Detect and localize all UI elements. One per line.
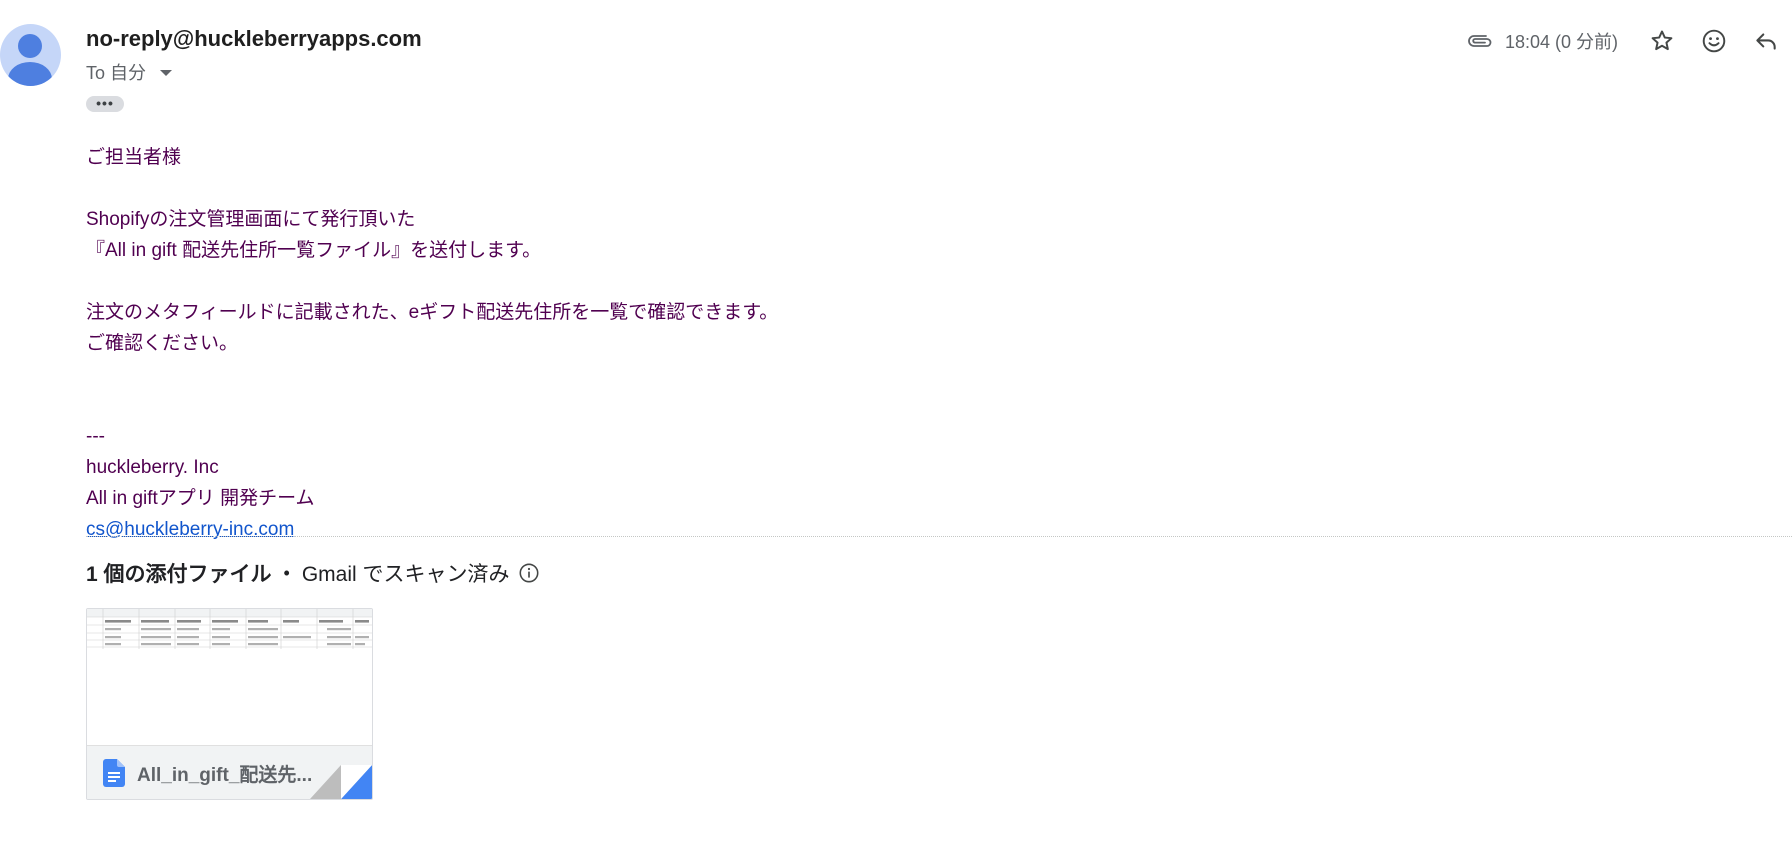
page-fold-icon bbox=[310, 765, 372, 799]
recipient-details-chevron-down-icon[interactable] bbox=[160, 70, 173, 76]
attachments-count: 1 個の添付ファイル bbox=[86, 563, 272, 586]
signature-separator: --- bbox=[86, 426, 105, 447]
recipient-label: To 自分 bbox=[86, 63, 147, 83]
reply-button[interactable] bbox=[1740, 22, 1792, 60]
avatar-body bbox=[8, 62, 52, 86]
sender-address[interactable]: no-reply@huckleberryapps.com bbox=[86, 26, 422, 52]
sender-avatar[interactable] bbox=[0, 24, 61, 86]
add-reaction-button[interactable] bbox=[1688, 22, 1740, 60]
message-body: ご担当者様 Shopifyの注文管理画面にて発行頂いた 『All in gift… bbox=[86, 142, 778, 545]
reply-icon bbox=[1753, 28, 1779, 54]
body-paragraph-2-line-1: 注文のメタフィールドに記載された、eギフト配送先住所を一覧で確認できます。 bbox=[86, 302, 779, 323]
attachment-icon bbox=[1467, 33, 1493, 49]
scan-status: Gmail でスキャン済み bbox=[301, 563, 510, 586]
signature-team: All in giftアプリ 開発チーム bbox=[86, 488, 315, 509]
attachments-header: 1 個の添付ファイル • Gmail でスキャン済み bbox=[86, 558, 540, 588]
attachment-thumbnail bbox=[87, 609, 372, 745]
show-trimmed-content-button[interactable]: ••• bbox=[86, 96, 124, 112]
body-paragraph-1-line-1: Shopifyの注文管理画面にて発行頂いた bbox=[86, 209, 416, 230]
attachment-card[interactable]: All_in_gift_配送先... bbox=[86, 608, 373, 800]
message-time: 18:04 (0 分前) bbox=[1504, 32, 1618, 52]
message-meta: 18:04 (0 分前) bbox=[1467, 22, 1792, 60]
document-icon bbox=[103, 759, 125, 787]
body-paragraph-1-line-2: 『All in gift 配送先住所一覧ファイル』を送付します。 bbox=[86, 240, 542, 261]
attachments-divider bbox=[86, 536, 1792, 537]
avatar-head bbox=[18, 34, 42, 58]
star-button[interactable] bbox=[1636, 22, 1688, 60]
emoji-icon bbox=[1701, 28, 1727, 54]
info-icon[interactable] bbox=[518, 562, 540, 584]
attachment-filename: All_in_gift_配送先... bbox=[137, 764, 313, 786]
star-icon bbox=[1649, 28, 1675, 54]
signature-company: huckleberry. Inc bbox=[86, 457, 219, 478]
body-paragraph-2-line-2: ご確認ください。 bbox=[86, 333, 239, 354]
attachments-separator: • bbox=[283, 562, 290, 583]
recipient-line: To 自分 bbox=[86, 59, 173, 85]
body-greeting: ご担当者様 bbox=[86, 147, 182, 168]
